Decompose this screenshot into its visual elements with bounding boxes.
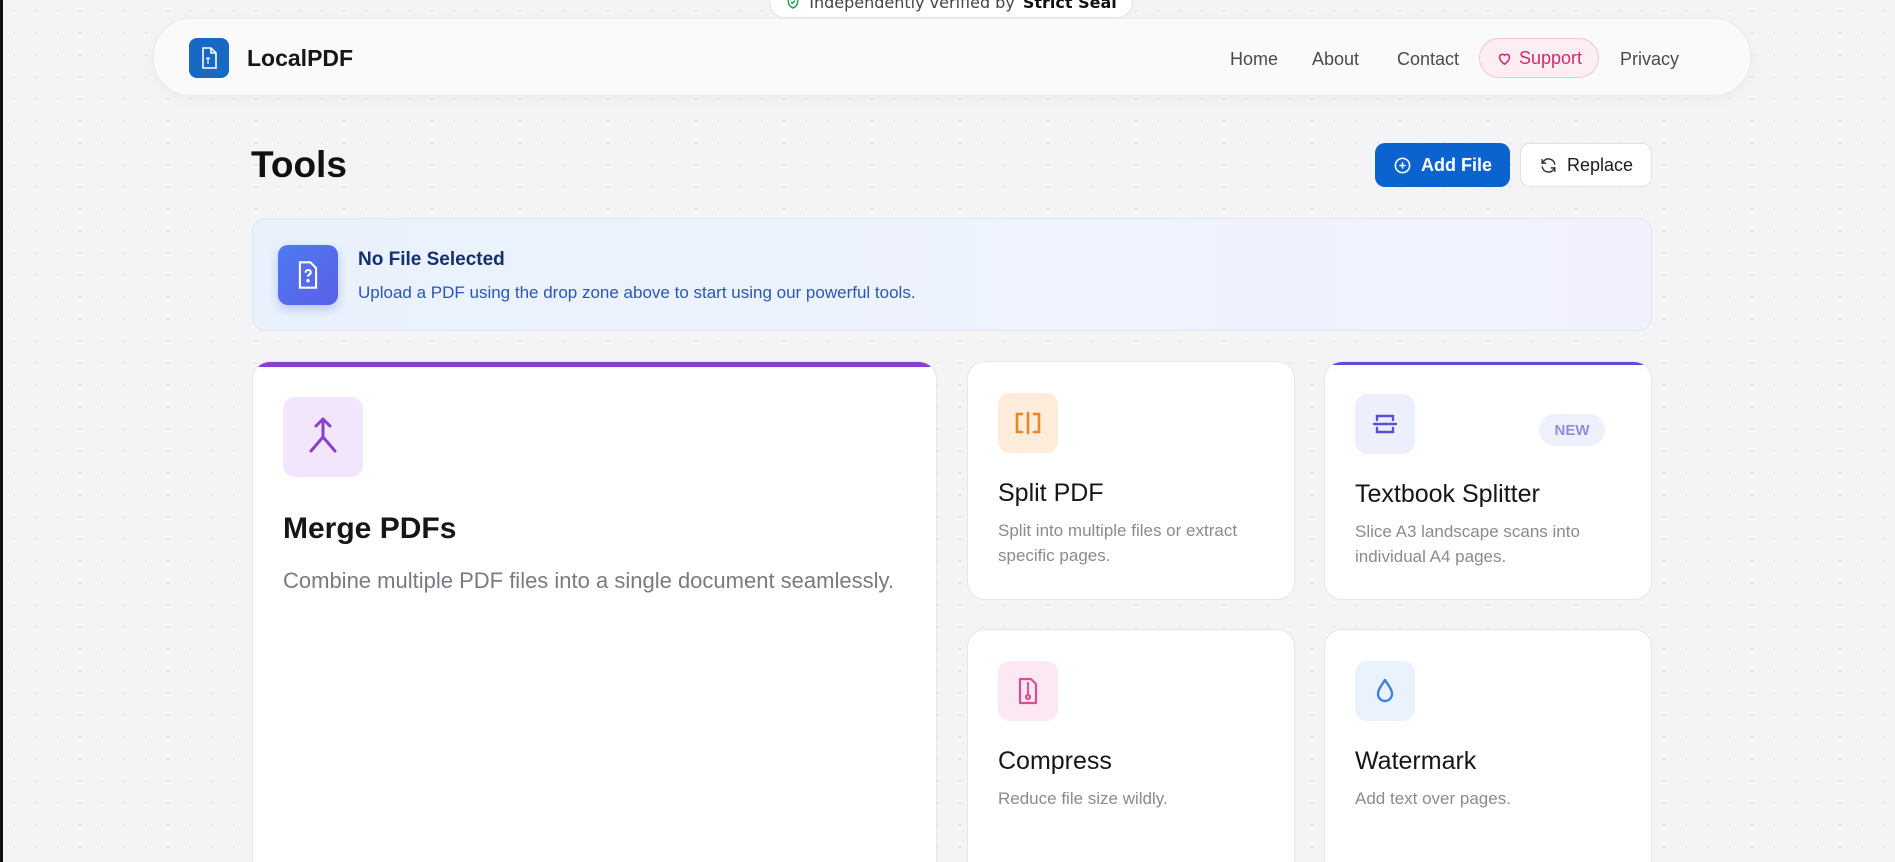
info-title: No File Selected <box>358 249 505 270</box>
replace-button[interactable]: Replace <box>1520 143 1652 187</box>
card-description-line: specific pages. <box>998 545 1111 565</box>
plus-circle-icon <box>1393 156 1412 175</box>
file-question-icon <box>278 245 338 305</box>
add-file-label: Add File <box>1421 154 1492 175</box>
card-description: Add text over pages. <box>1355 789 1511 808</box>
card-description: Split into multiple files or extract spe… <box>998 519 1237 568</box>
top-nav: LocalPDF Home About Contact Support Priv… <box>153 18 1751 96</box>
logo-text[interactable]: LocalPDF <box>247 45 353 72</box>
no-file-banner: No File Selected Upload a PDF using the … <box>252 218 1652 331</box>
tool-card-compress[interactable]: Compress Reduce file size wildly. <box>967 629 1295 862</box>
tool-card-watermark[interactable]: Watermark Add text over pages. <box>1324 629 1652 862</box>
file-zip-icon <box>998 661 1058 721</box>
card-description: Slice A3 landscape scans into individual… <box>1355 520 1580 569</box>
card-accent-bar <box>1325 362 1651 365</box>
new-badge: NEW <box>1539 414 1605 446</box>
droplet-icon <box>1355 661 1415 721</box>
refresh-icon <box>1539 156 1558 175</box>
nav-about[interactable]: About <box>1312 49 1359 70</box>
shield-check-icon <box>785 0 801 10</box>
nav-contact[interactable]: Contact <box>1397 49 1459 70</box>
card-accent-bar <box>253 362 936 367</box>
card-title: Split PDF <box>998 479 1104 507</box>
page-title: Tools <box>251 144 347 185</box>
card-description-line: Slice A3 landscape scans into <box>1355 522 1580 541</box>
merge-icon <box>283 397 363 477</box>
card-title: Compress <box>998 747 1112 775</box>
card-description-line: individual A4 pages. <box>1355 546 1507 566</box>
card-title: Watermark <box>1355 747 1477 775</box>
heart-icon <box>1496 50 1513 67</box>
tool-card-merge[interactable]: Merge PDFs Combine multiple PDF files in… <box>252 361 937 862</box>
scissors-page-icon <box>1355 394 1415 454</box>
add-file-button[interactable]: Add File <box>1375 143 1510 187</box>
verification-brand: Strict Seal <box>1022 0 1117 12</box>
verification-prefix: Independently verified by <box>809 0 1015 12</box>
info-description: Upload a PDF using the drop zone above t… <box>358 283 916 302</box>
support-label: Support <box>1518 47 1583 68</box>
replace-label: Replace <box>1566 154 1634 175</box>
split-icon <box>998 393 1058 453</box>
card-description-line: Split into multiple files or extract <box>998 521 1238 540</box>
nav-privacy[interactable]: Privacy <box>1620 49 1679 70</box>
card-title: Merge PDFs <box>283 512 457 545</box>
card-description: Reduce file size wildly. <box>998 789 1168 808</box>
nav-support-button[interactable]: Support <box>1479 38 1599 78</box>
tool-card-textbook-splitter[interactable]: NEW Textbook Splitter Slice A3 landscape… <box>1324 361 1652 600</box>
nav-home[interactable]: Home <box>1230 49 1278 70</box>
card-description: Combine multiple PDF files into a single… <box>283 568 894 593</box>
verification-badge: Independently verified by Strict Seal <box>769 0 1133 18</box>
tool-card-split[interactable]: Split PDF Split into multiple files or e… <box>967 361 1295 600</box>
logo-icon[interactable] <box>189 38 229 78</box>
card-title: Textbook Splitter <box>1355 480 1540 508</box>
